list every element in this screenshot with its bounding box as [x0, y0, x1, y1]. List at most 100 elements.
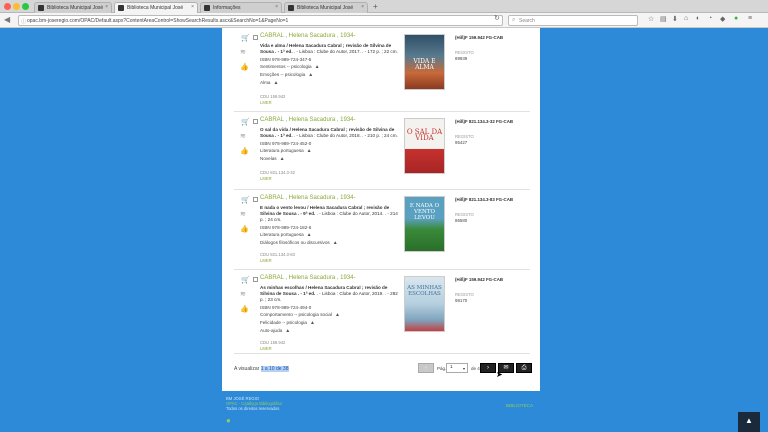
extension-icon[interactable]: ◆	[720, 15, 725, 23]
lmer-link[interactable]: LMER	[260, 258, 272, 263]
browser-tab-4[interactable]: Biblioteca Municipal José ×	[284, 2, 368, 13]
subject-icon: ▲	[306, 232, 312, 238]
zoom-window-button[interactable]	[22, 3, 29, 10]
browser-tab-1[interactable]: Biblioteca Municipal José ×	[34, 2, 112, 13]
call-number: (Hiß)F 159.942 FG-CAB	[455, 277, 504, 282]
subject-link[interactable]: Auto-ajuda ▲	[260, 328, 291, 334]
reload-icon[interactable]: ↻	[494, 14, 500, 22]
registo-value: 86580	[455, 218, 468, 223]
subject-link[interactable]: Emoções -- psicologia ▲	[260, 72, 314, 78]
book-cover-image[interactable]: O SAL DA VIDA	[404, 118, 445, 174]
search-input[interactable]: ⌕ Search	[508, 15, 638, 26]
star-icon[interactable]: ☆	[648, 15, 654, 23]
thumbs-up-icon[interactable]: 👍	[240, 305, 249, 313]
subject-link[interactable]: Comportamento -- psicologia social ▲	[260, 312, 341, 318]
reading-list-icon[interactable]: ▤	[660, 15, 667, 23]
lmer-link[interactable]: LMER	[260, 346, 272, 351]
subject-link[interactable]: Novelas ▲	[260, 156, 286, 162]
home-icon[interactable]: ⌂	[684, 15, 688, 22]
cart-icon[interactable]: 🛒	[241, 196, 250, 204]
lmer-link[interactable]: LMER	[260, 176, 272, 181]
subject-label: Literatura portuguesa	[260, 232, 304, 237]
subject-icon: ▲	[285, 328, 291, 334]
android-icon[interactable]: ●	[226, 416, 231, 425]
thumbs-up-icon[interactable]: 👍	[240, 63, 249, 71]
lmer-link[interactable]: LMER	[260, 100, 272, 105]
browser-tab-bar: Biblioteca Municipal José × Biblioteca M…	[0, 0, 768, 13]
isbn-text: ISBN 978-989-724-182-6	[260, 225, 312, 230]
subject-icon: ▲	[314, 64, 320, 70]
call-number: (Hiß)F 821.134.3-83 FG-CAB	[455, 197, 514, 202]
book-cover-image[interactable]: AS MINHAS ESCOLHAS	[404, 276, 445, 332]
subject-label: Alma	[260, 80, 271, 85]
cart-icon[interactable]: 🛒	[241, 34, 250, 42]
title-rest: . - Lisboa : Clube do Autor, 2017. . - 1…	[292, 48, 398, 54]
close-tab-icon[interactable]: ×	[191, 4, 194, 10]
results-range: 1 a 10 de 38	[260, 366, 289, 372]
author-link[interactable]: CABRAL , Helena Sacadura , 1934-	[260, 117, 356, 123]
author-link[interactable]: CABRAL , Helena Sacadura , 1934-	[260, 275, 356, 281]
previous-page-button[interactable]: ‹	[418, 363, 434, 373]
browser-tab-3[interactable]: Informações ×	[200, 2, 282, 13]
close-tab-icon[interactable]: ×	[361, 4, 364, 10]
download-icon[interactable]: ⬇	[672, 15, 678, 23]
subject-icon: ▲	[308, 72, 314, 78]
menu-icon[interactable]: ≡	[748, 15, 752, 22]
chat-icon[interactable]: ◔	[708, 15, 712, 22]
subject-icon: ▲	[273, 80, 279, 86]
close-window-button[interactable]	[4, 3, 11, 10]
result-item: 🛒 ≋ 👍 CABRAL , Helena Sacadura , 1934- O…	[234, 116, 530, 190]
address-bar[interactable]: ⓘ opac.bm-joseregio.com/OPAC/Default.asp…	[18, 15, 503, 26]
new-tab-button[interactable]: +	[373, 2, 378, 11]
page-label: Pág.	[437, 366, 447, 371]
browser-tab-2[interactable]: Biblioteca Municipal José ×	[114, 2, 198, 13]
subject-link[interactable]: Literatura portuguesa ▲	[260, 232, 313, 238]
select-checkbox[interactable]	[253, 119, 258, 124]
subject-link[interactable]: Alma ▲	[260, 80, 279, 86]
registo-label: REGISTO	[455, 134, 474, 139]
registo-label: REGISTO	[455, 50, 474, 55]
subject-label: Auto-ajuda	[260, 328, 283, 333]
android-icon[interactable]: ●	[734, 15, 738, 22]
isbn-text: ISBN 978-989-724-452-0	[260, 141, 312, 146]
isbn-text: ISBN 978-989-724-347-5	[260, 57, 312, 62]
thumbs-up-icon[interactable]: 👍	[240, 147, 249, 155]
minimize-window-button[interactable]	[13, 3, 20, 10]
scroll-to-top-button[interactable]: ▲	[738, 412, 760, 432]
book-cover-image[interactable]: E NADA O VENTO LEVOU	[404, 196, 445, 252]
chevron-down-icon: ▾	[462, 366, 465, 371]
layers-icon[interactable]: ≋	[240, 210, 246, 218]
select-checkbox[interactable]	[253, 277, 258, 282]
subject-label: Literatura portuguesa	[260, 148, 304, 153]
select-checkbox[interactable]	[253, 197, 258, 202]
author-link[interactable]: CABRAL , Helena Sacadura , 1934-	[260, 195, 356, 201]
select-checkbox[interactable]	[253, 35, 258, 40]
pocket-icon[interactable]: ◐	[696, 15, 700, 22]
cdu-text: CDU 159.942	[260, 94, 286, 99]
subject-label: Comportamento -- psicologia social	[260, 312, 332, 317]
title-text: E nada o vento levou / Helena Sacadura C…	[260, 205, 400, 222]
cart-icon[interactable]: 🛒	[241, 276, 250, 284]
tab-label: Biblioteca Municipal José	[47, 5, 104, 11]
layers-icon[interactable]: ≋	[240, 48, 246, 56]
next-page-button[interactable]: ›	[480, 363, 496, 373]
thumbs-up-icon[interactable]: 👍	[240, 225, 249, 233]
author-link[interactable]: CABRAL , Helena Sacadura , 1934-	[260, 33, 356, 39]
layers-icon[interactable]: ≋	[240, 132, 246, 140]
cart-icon[interactable]: 🛒	[241, 118, 250, 126]
subject-link[interactable]: Sentimentos -- psicologia ▲	[260, 64, 321, 70]
layers-icon[interactable]: ≋	[240, 290, 246, 298]
close-tab-icon[interactable]: ×	[275, 4, 278, 10]
book-cover-image[interactable]: VIDA E ALMA	[404, 34, 445, 90]
subject-link[interactable]: Felicidade -- psicologia ▲	[260, 320, 316, 326]
page-select[interactable]: 1 ▾	[446, 363, 468, 373]
isbn-text: ISBN 978-989-724-494-0	[260, 305, 312, 310]
results-panel: 🛒 ≋ 👍 CABRAL , Helena Sacadura , 1934- V…	[222, 28, 540, 391]
cover-title: O SAL DA VIDA	[406, 128, 443, 142]
print-button[interactable]: ⎙	[516, 363, 532, 373]
close-tab-icon[interactable]: ×	[105, 4, 108, 10]
subject-link[interactable]: Diálogos filosóficos ou discursivos ▲	[260, 240, 339, 246]
footer-right-link[interactable]: BIBLIOTECA	[506, 403, 533, 408]
back-arrow-icon[interactable]: ◀	[4, 15, 10, 24]
subject-link[interactable]: Literatura portuguesa ▲	[260, 148, 313, 154]
